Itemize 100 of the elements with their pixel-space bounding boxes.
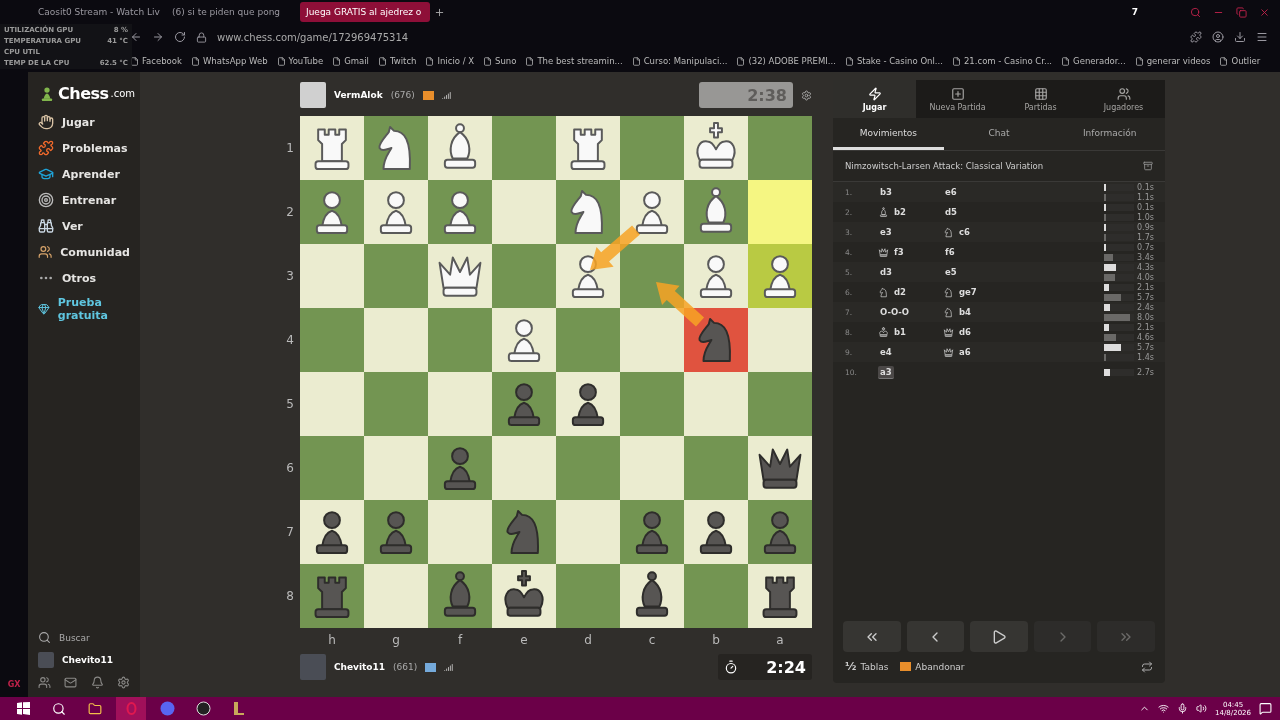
player-name[interactable]: VermAlok	[334, 90, 383, 100]
move-time: 0.1s	[1137, 182, 1155, 192]
flip-board-icon[interactable]	[1141, 660, 1153, 673]
forward-icon[interactable]	[152, 31, 164, 43]
first-button[interactable]	[843, 621, 901, 652]
sidebar-item[interactable]: Aprender	[28, 161, 140, 187]
bookmark-link[interactable]: Stake - Casino Onl...	[844, 56, 943, 66]
move-notation[interactable]: e3	[878, 226, 894, 238]
move-notation[interactable]: d3	[878, 266, 894, 278]
hand-icon	[38, 114, 54, 130]
panel-subtab[interactable]: Información	[1054, 118, 1165, 150]
move-time: 0.7s	[1137, 242, 1155, 252]
game-icon[interactable]	[232, 701, 246, 716]
panel-subtab[interactable]: Chat	[943, 118, 1055, 150]
volume-icon[interactable]	[1196, 703, 1208, 714]
restore-icon[interactable]	[1236, 6, 1247, 18]
back-icon[interactable]	[130, 31, 142, 43]
sidebar-item[interactable]: Comunidad	[28, 239, 140, 265]
move-notation[interactable]: e6	[943, 186, 959, 198]
rank-label: 5	[285, 396, 295, 413]
microphone-icon[interactable]	[1177, 703, 1189, 714]
photo-placeholder	[300, 654, 326, 680]
bookmark-link[interactable]: Facebook	[130, 56, 182, 66]
draw-button[interactable]: ½ Tablas	[845, 660, 889, 673]
panel-tab[interactable]: Jugadores	[1082, 80, 1165, 118]
move-notation[interactable]: d2	[892, 286, 908, 298]
notifications-icon[interactable]	[1259, 702, 1272, 715]
bookmark-link[interactable]: Outlier	[1219, 56, 1261, 66]
bookmark-link[interactable]: Generador...	[1061, 56, 1126, 66]
app-icon[interactable]	[159, 701, 175, 716]
move-notation[interactable]: f6	[943, 246, 957, 258]
new-tab-icon[interactable]	[434, 6, 445, 18]
move-notation[interactable]: b2	[892, 206, 908, 218]
player-name[interactable]: Chevito11	[334, 662, 386, 672]
archive-icon[interactable]	[1143, 161, 1153, 171]
download-icon[interactable]	[1234, 31, 1246, 43]
move-notation[interactable]: e4	[878, 346, 894, 358]
search-icon[interactable]	[38, 631, 51, 644]
bookmark-link[interactable]: Inicio / X	[425, 56, 475, 66]
bookmark-link[interactable]: Twitch	[377, 56, 417, 66]
menu-icon[interactable]	[1256, 31, 1268, 43]
bookmark-link[interactable]: Gmail	[332, 56, 369, 66]
move-notation[interactable]: e5	[943, 266, 959, 278]
move-notation[interactable]: ge7	[957, 286, 979, 298]
move-notation[interactable]: c6	[957, 226, 972, 238]
plus-square-icon	[950, 86, 965, 101]
bookmark-link[interactable]: generar videos	[1134, 56, 1211, 66]
friends-icon[interactable]	[38, 676, 51, 689]
move-notation[interactable]: a6	[957, 346, 973, 358]
extensions-icon[interactable]	[1190, 31, 1202, 43]
move-notation[interactable]: f3	[892, 246, 906, 258]
username-link[interactable]: Chevito11	[62, 655, 114, 665]
move-notation[interactable]: O-O-O	[878, 306, 912, 318]
move-notation[interactable]: d5	[943, 206, 959, 218]
bell-icon[interactable]	[90, 676, 104, 689]
sidebar-item[interactable]: Jugar	[28, 109, 140, 135]
bookmark-link[interactable]: 21.com - Casino Cr...	[951, 56, 1053, 66]
move-notation[interactable]: a3	[878, 365, 894, 379]
move-notation[interactable]: d6	[957, 326, 973, 338]
resign-button[interactable]: Abandonar	[900, 661, 965, 672]
search-link[interactable]: Buscar	[59, 632, 90, 643]
sidebar-item[interactable]: Ver	[28, 213, 140, 239]
close-icon[interactable]	[1259, 6, 1270, 18]
move-notation[interactable]: b3	[878, 186, 894, 198]
folder-icon[interactable]	[88, 701, 102, 716]
knight-icon	[943, 226, 954, 238]
network-icon[interactable]	[1158, 703, 1170, 714]
recorder-icon[interactable]	[195, 701, 211, 716]
mail-icon[interactable]	[64, 676, 78, 689]
notification-count[interactable]: 7	[1131, 7, 1138, 17]
page-icon	[1061, 56, 1071, 66]
bookmark-link[interactable]: WhatsApp Web	[190, 56, 268, 66]
play-button[interactable]	[970, 621, 1028, 652]
panel-subtab[interactable]: Movimientos	[833, 118, 944, 150]
profile-icon[interactable]	[1212, 31, 1224, 43]
browser-tab[interactable]: (6) si te piden que pong	[166, 2, 296, 22]
panel-tab[interactable]: Jugar	[833, 80, 916, 118]
panel-tab[interactable]: Partidas	[999, 80, 1082, 118]
move-notation[interactable]: b1	[892, 326, 908, 338]
sidebar-item[interactable]: Prueba gratuita	[28, 291, 140, 327]
move-time: 2.1s	[1137, 322, 1155, 332]
rank-label: 6	[285, 460, 295, 477]
sidebar-item[interactable]: Otros	[28, 265, 140, 291]
address-field[interactable]: www.chess.com/game/172969475314	[217, 31, 1180, 43]
bookmark-link[interactable]: Suno	[483, 56, 517, 66]
browser-tab[interactable]: Juega GRATIS al ajedrez o	[300, 2, 430, 22]
bookmark-link[interactable]: Curso: Manipulaci...	[631, 56, 728, 66]
browser-tab[interactable]: Caosit0 Stream - Watch Liv	[32, 2, 162, 22]
reload-icon[interactable]	[174, 31, 186, 43]
bookmark-link[interactable]: The best streamin...	[525, 56, 623, 66]
bookmark-link[interactable]: YouTube	[276, 56, 324, 66]
sidebar-item[interactable]: Problemas	[28, 135, 140, 161]
flag-icon	[425, 662, 437, 672]
move-notation[interactable]: b4	[957, 306, 973, 318]
bookmark-link[interactable]: (32) ADOBE PREMI...	[736, 56, 836, 66]
panel-tab[interactable]: Nueva Partida	[916, 80, 999, 118]
settings-icon[interactable]	[801, 89, 812, 101]
sidebar-item[interactable]: Entrenar	[28, 187, 140, 213]
search-icon[interactable]	[52, 701, 66, 716]
settings-icon[interactable]	[117, 676, 130, 689]
